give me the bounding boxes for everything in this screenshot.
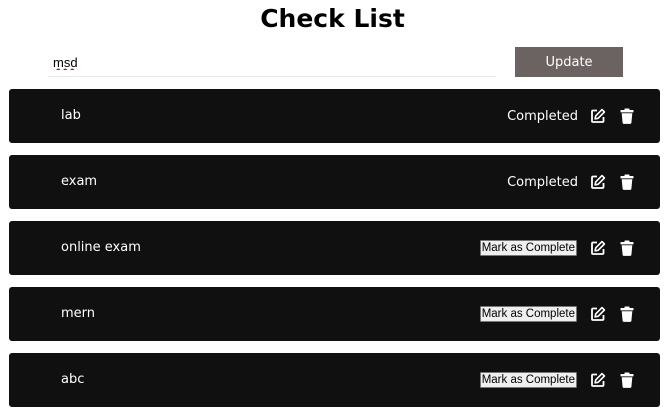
task-list: lab Completed exam Completed online exam…	[9, 89, 660, 419]
trash-icon[interactable]	[618, 305, 636, 323]
edit-icon[interactable]	[589, 305, 607, 323]
task-text: online exam	[61, 240, 141, 255]
task-text: lab	[61, 108, 81, 123]
completed-label: Completed	[507, 108, 578, 124]
trash-icon[interactable]	[618, 239, 636, 257]
task-item: online exam Mark as Complete	[9, 221, 660, 275]
mark-complete-button[interactable]: Mark as Complete	[479, 306, 577, 322]
edit-icon[interactable]	[589, 371, 607, 389]
mark-complete-button[interactable]: Mark as Complete	[479, 240, 577, 256]
task-item: lab Completed	[9, 89, 660, 143]
task-input-wrapper	[48, 50, 496, 77]
edit-icon[interactable]	[589, 173, 607, 191]
update-button[interactable]: Update	[515, 47, 623, 77]
task-text: abc	[61, 372, 85, 387]
task-actions: Mark as Complete	[479, 221, 636, 275]
task-actions: Mark as Complete	[479, 287, 636, 341]
task-actions: Completed	[507, 155, 636, 209]
edit-icon[interactable]	[589, 107, 607, 125]
edit-icon[interactable]	[589, 239, 607, 257]
trash-icon[interactable]	[618, 173, 636, 191]
mark-complete-button[interactable]: Mark as Complete	[479, 372, 577, 388]
task-actions: Mark as Complete	[479, 353, 636, 407]
completed-label: Completed	[507, 174, 578, 190]
task-actions: Completed	[507, 89, 636, 143]
trash-icon[interactable]	[618, 107, 636, 125]
task-item: abc Mark as Complete	[9, 353, 660, 407]
task-item: exam Completed	[9, 155, 660, 209]
task-text: exam	[61, 174, 98, 189]
page-title: Check List	[260, 4, 405, 33]
task-input[interactable]	[48, 50, 496, 74]
trash-icon[interactable]	[618, 371, 636, 389]
task-text: mern	[61, 306, 96, 321]
task-item: mern Mark as Complete	[9, 287, 660, 341]
